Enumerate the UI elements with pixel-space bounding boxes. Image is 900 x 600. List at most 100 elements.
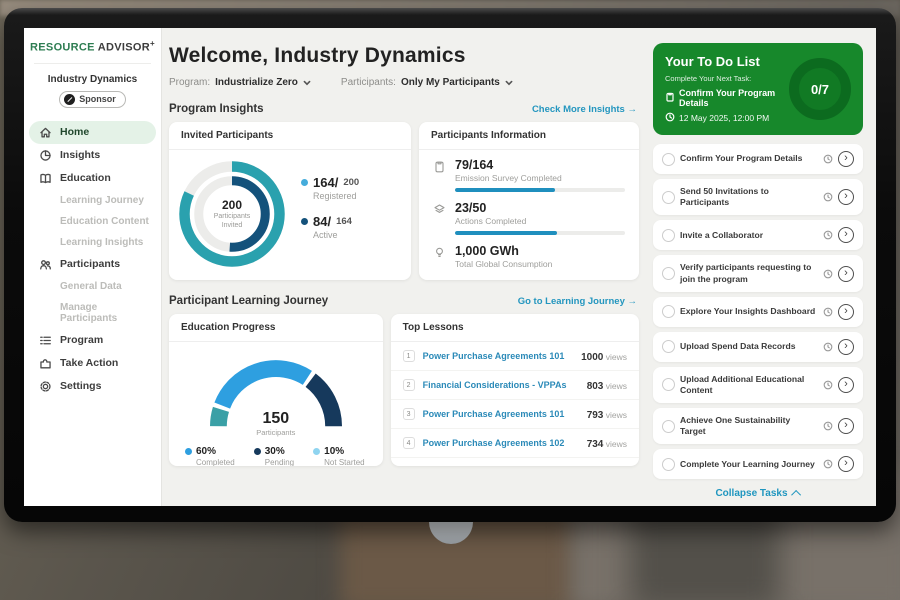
lesson-row[interactable]: 5 Power Purchase Agreements 103 600 view… (391, 457, 639, 466)
journey-cards: Education Progress 150 Parti (169, 314, 639, 466)
org-name: Industry Dynamics (24, 74, 161, 85)
survey-label: Emission Survey Completed (455, 173, 625, 183)
sponsor-badge[interactable]: Sponsor (59, 91, 126, 108)
task-list: Confirm Your Program Details › Send 50 I… (653, 144, 863, 479)
task-chevron-button[interactable]: › (838, 304, 854, 320)
todo-counter: 0/7 (811, 82, 829, 97)
lesson-link[interactable]: Power Purchase Agreements 102 (423, 438, 587, 448)
invited-legend: 164/200 Registered 84/164 Active (301, 175, 359, 253)
sidebar-item-label: Program (60, 334, 103, 346)
sidebar-item-learning-insights[interactable]: Learning Insights (24, 232, 161, 253)
sidebar-item-take-action[interactable]: Take Action (24, 352, 161, 375)
task-chevron-button[interactable]: › (838, 189, 854, 205)
sidebar-item-settings[interactable]: Settings (24, 375, 161, 398)
photo-scene: RESOURCE ADVISOR+ Industry Dynamics Spon… (0, 0, 900, 600)
check-more-insights-link[interactable]: Check More Insights → (532, 104, 637, 115)
sidebar-item-label: Take Action (60, 357, 118, 369)
sidebar-item-learning-journey[interactable]: Learning Journey (24, 190, 161, 211)
task-checkbox[interactable] (662, 153, 675, 166)
task-chevron-button[interactable]: › (838, 456, 854, 472)
arrow-right-icon: → (628, 296, 638, 307)
info-row-survey: 79/164 Emission Survey Completed (433, 158, 625, 192)
go-to-learning-journey-link[interactable]: Go to Learning Journey → (518, 296, 637, 307)
collapse-tasks-link[interactable]: Collapse Tasks (653, 488, 863, 499)
sidebar-item-insights[interactable]: Insights (24, 144, 161, 167)
sidebar-item-general-data[interactable]: General Data (24, 276, 161, 297)
participants-value: Only My Participants (401, 77, 500, 88)
sidebar-item-participants[interactable]: Participants (24, 253, 161, 276)
task-row[interactable]: Complete Your Learning Journey › (653, 449, 863, 479)
lesson-rank: 3 (403, 408, 415, 420)
task-checkbox[interactable] (662, 378, 675, 391)
main-content: Welcome, Industry Dynamics Program: Indu… (162, 28, 648, 506)
monitor-bezel: RESOURCE ADVISOR+ Industry Dynamics Spon… (4, 8, 896, 522)
task-checkbox[interactable] (662, 305, 675, 318)
task-chevron-button[interactable]: › (838, 151, 854, 167)
brand-secondary: ADVISOR (98, 42, 150, 54)
info-row-consumption: 1,000 GWh Total Global Consumption (433, 244, 625, 269)
sidebar-nav: Home Insights Education Learning Journey… (24, 121, 161, 398)
task-chevron-button[interactable]: › (838, 339, 854, 355)
legend-not-started: 10% Not Started (313, 446, 364, 466)
lesson-link[interactable]: Power Purchase Agreements 101 (423, 409, 587, 419)
task-row[interactable]: Invite a Collaborator › (653, 220, 863, 250)
actions-label: Actions Completed (455, 216, 625, 226)
task-chevron-button[interactable]: › (838, 266, 854, 282)
invited-count-label: Participants Invited (206, 212, 258, 230)
task-checkbox[interactable] (662, 340, 675, 353)
task-clock-icon (823, 342, 833, 352)
section-title: Program Insights (169, 103, 264, 115)
task-row[interactable]: Confirm Your Program Details › (653, 144, 863, 174)
card-title: Invited Participants (169, 122, 411, 150)
consumption-label: Total Global Consumption (455, 259, 625, 269)
sidebar-item-home[interactable]: Home (29, 121, 156, 144)
lesson-row[interactable]: 3 Power Purchase Agreements 101 793 view… (391, 399, 639, 428)
todo-summary-card: Your To Do List Complete Your Next Task:… (653, 43, 863, 135)
task-checkbox[interactable] (662, 458, 675, 471)
sidebar-item-education-content[interactable]: Education Content (24, 211, 161, 232)
clock-icon (665, 112, 675, 124)
task-checkbox[interactable] (662, 267, 675, 280)
program-value: Industrialize Zero (215, 77, 298, 88)
sponsor-icon (64, 94, 75, 105)
task-row[interactable]: Upload Spend Data Records › (653, 332, 863, 362)
sidebar-item-label: Participants (60, 258, 120, 270)
sidebar-item-manage-participants[interactable]: Manage Participants (24, 297, 161, 329)
survey-value: 79/164 (455, 158, 625, 172)
sidebar-item-label: Home (60, 126, 89, 138)
lesson-row[interactable]: 2 Financial Considerations - VPPAs 803 v… (391, 370, 639, 399)
lesson-row[interactable]: 4 Power Purchase Agreements 102 734 view… (391, 428, 639, 457)
task-chevron-button[interactable]: › (838, 418, 854, 434)
task-checkbox[interactable] (662, 420, 675, 433)
task-checkbox[interactable] (662, 229, 675, 242)
task-row[interactable]: Achieve One Sustainability Target › (653, 408, 863, 444)
gear-icon (39, 380, 52, 393)
lesson-rank: 1 (403, 350, 415, 362)
program-dropdown[interactable]: Program: Industrialize Zero (169, 77, 311, 88)
card-title: Participants Information (419, 122, 639, 150)
list-icon (39, 334, 52, 347)
task-row[interactable]: Verify participants requesting to join t… (653, 255, 863, 291)
actions-progress-fill (455, 231, 557, 235)
todo-title: Your To Do List (665, 54, 789, 69)
donut-center: 200 Participants Invited (175, 157, 289, 271)
sidebar-item-education[interactable]: Education (24, 167, 161, 190)
home-icon (39, 126, 52, 139)
task-row[interactable]: Explore Your Insights Dashboard › (653, 297, 863, 327)
participants-dropdown[interactable]: Participants: Only My Participants (341, 77, 513, 88)
sidebar-item-program[interactable]: Program (24, 329, 161, 352)
task-checkbox[interactable] (662, 191, 675, 204)
task-clock-icon (823, 380, 833, 390)
lessons-list: 1 Power Purchase Agreements 101 1000 vie… (391, 342, 639, 466)
page-title: Welcome, Industry Dynamics (169, 44, 639, 68)
task-row[interactable]: Upload Additional Educational Content › (653, 367, 863, 403)
task-chevron-button[interactable]: › (838, 377, 854, 393)
lesson-link[interactable]: Financial Considerations - VPPAs (423, 380, 587, 390)
task-clock-icon (823, 192, 833, 202)
lesson-link[interactable]: Power Purchase Agreements 101 (423, 351, 582, 361)
todo-panel: Your To Do List Complete Your Next Task:… (648, 28, 876, 506)
task-chevron-button[interactable]: › (838, 227, 854, 243)
brand-plus: + (150, 39, 155, 48)
lesson-row[interactable]: 1 Power Purchase Agreements 101 1000 vie… (391, 342, 639, 370)
task-row[interactable]: Send 50 Invitations to Participants › (653, 179, 863, 215)
